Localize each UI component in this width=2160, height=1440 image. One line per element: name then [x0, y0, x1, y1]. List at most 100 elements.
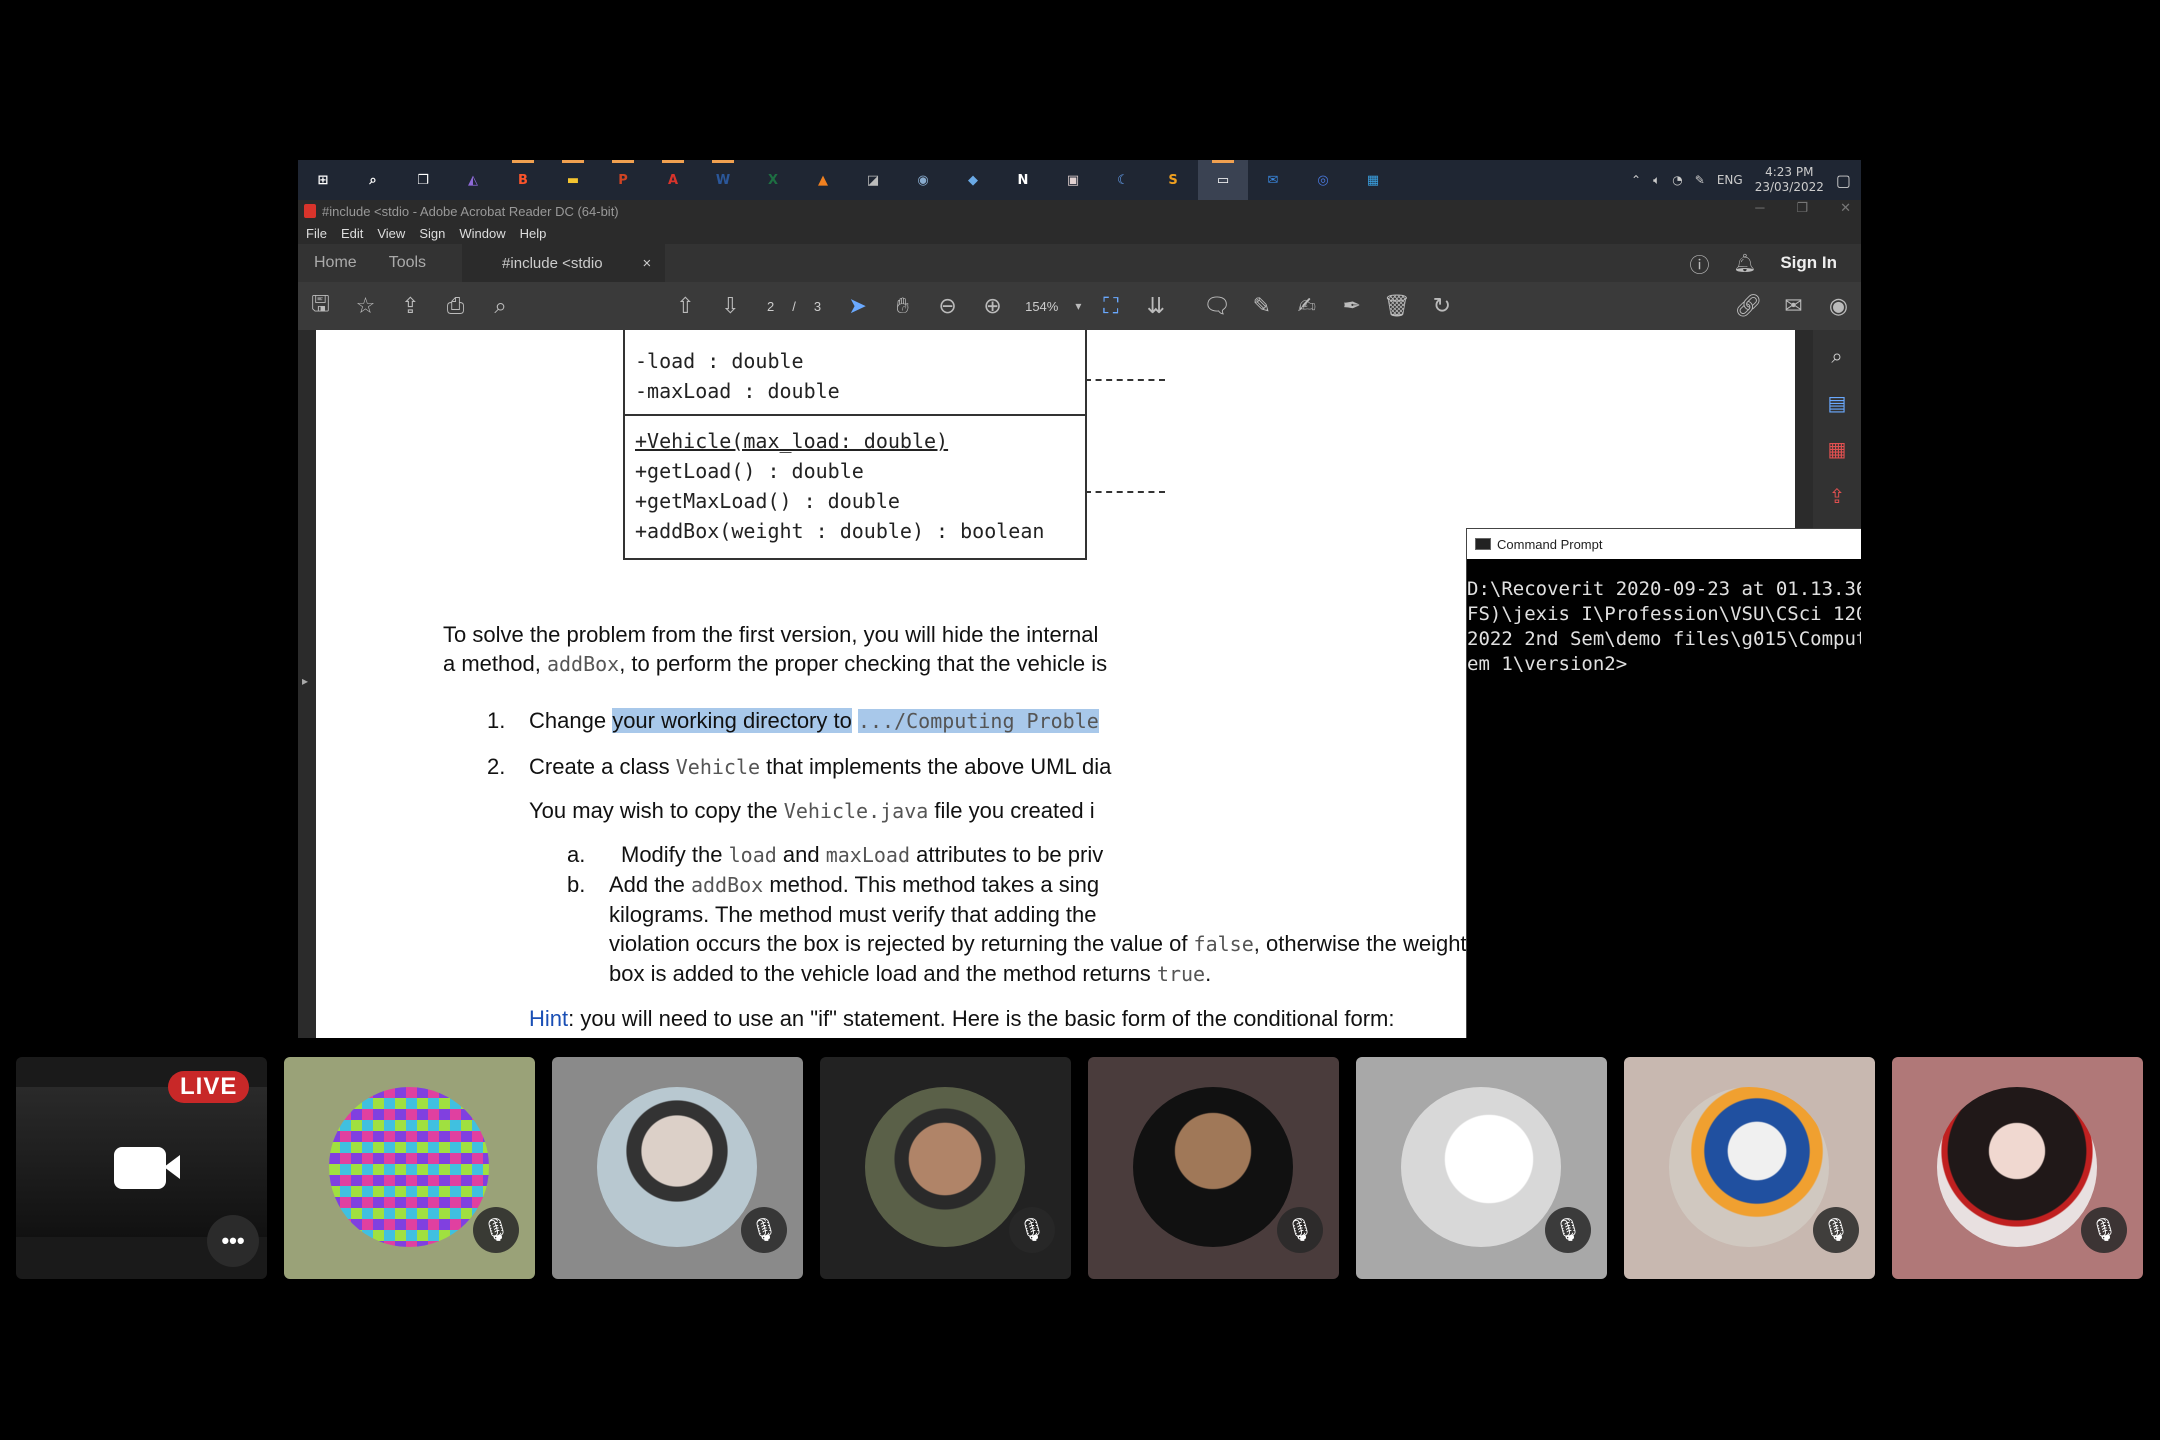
more-options-button[interactable]: •••: [207, 1215, 259, 1267]
upload-icon[interactable]: ⇪: [388, 294, 433, 319]
menu-window[interactable]: Window: [459, 226, 505, 241]
help-icon[interactable]: ⓘ: [1689, 249, 1709, 278]
left-panel-toggle[interactable]: ▸: [298, 330, 316, 1038]
presenter-tile[interactable]: LIVE •••: [16, 1057, 267, 1279]
next-page-icon[interactable]: ⇩: [708, 294, 753, 319]
print-icon[interactable]: ⎙: [433, 294, 478, 319]
star-icon[interactable]: ☆: [343, 294, 388, 319]
tab-document[interactable]: #include <stdio ×: [462, 244, 666, 282]
wifi-icon[interactable]: ◔: [1672, 173, 1682, 187]
zoom-dropdown-icon[interactable]: ▾: [1068, 299, 1088, 313]
menu-help[interactable]: Help: [520, 226, 547, 241]
avatar: [1669, 1087, 1829, 1247]
pen-icon[interactable]: ✎: [1695, 173, 1705, 187]
share-link-icon[interactable]: 🔗︎: [1726, 294, 1771, 319]
app-icon-f[interactable]: ✉: [1248, 160, 1298, 200]
create-pdf-icon[interactable]: ▤: [1824, 385, 1850, 421]
menu-file[interactable]: File: [306, 226, 327, 241]
zoom-out-icon[interactable]: ⊖: [925, 294, 970, 319]
vlc-icon[interactable]: ▲: [798, 160, 848, 200]
save-icon[interactable]: 🖫: [298, 287, 343, 325]
visual-studio-icon[interactable]: ◭: [448, 160, 498, 200]
inline-code: addBox: [690, 873, 764, 897]
zoom-level[interactable]: 154%: [1025, 299, 1058, 314]
sublime-icon[interactable]: S: [1148, 160, 1198, 200]
powerpoint-icon[interactable]: P: [598, 160, 648, 200]
delete-icon[interactable]: 🗑︎: [1374, 294, 1419, 319]
uml-method: +getLoad() : double: [635, 459, 864, 483]
draw-icon[interactable]: ✍︎: [1284, 294, 1329, 319]
app-icon-d[interactable]: ▣: [1048, 160, 1098, 200]
minimize-button[interactable]: ─: [1755, 200, 1764, 216]
chrome-icon[interactable]: ◎: [1298, 160, 1348, 200]
chevron-up-icon[interactable]: ⌃: [1631, 173, 1641, 187]
participant-tile-3[interactable]: 🎙︎: [820, 1057, 1071, 1279]
task-view-icon[interactable]: ❐: [398, 160, 448, 200]
participant-tile-4[interactable]: 🎙︎: [1088, 1057, 1339, 1279]
windows-start-icon[interactable]: ⊞: [298, 160, 348, 200]
command-prompt-window[interactable]: Command Prompt ─ ☐ ✕ D:\Recoverit 2020-0…: [1466, 528, 1861, 1038]
zoom-tool-icon[interactable]: ⌕: [1824, 338, 1850, 374]
avatar: [865, 1087, 1025, 1247]
comment-icon[interactable]: 🗨︎: [1194, 294, 1239, 319]
muted-mic-icon: 🎙︎: [1277, 1207, 1323, 1253]
account-icon[interactable]: ◉: [1816, 294, 1861, 319]
brave-browser-icon[interactable]: B: [498, 160, 548, 200]
export-pdf-icon[interactable]: ⇪: [1824, 478, 1850, 514]
rotate-icon[interactable]: ↻: [1419, 294, 1464, 319]
previous-page-icon[interactable]: ⇧: [663, 294, 708, 319]
excel-icon-glyph: X: [767, 172, 779, 188]
scroll-mode-icon[interactable]: ⇊: [1133, 294, 1178, 319]
excel-icon[interactable]: X: [748, 160, 798, 200]
calculator-icon[interactable]: ▦: [1348, 160, 1398, 200]
app-icon-e[interactable]: ☾: [1098, 160, 1148, 200]
zoom-in-icon[interactable]: ⊕: [970, 294, 1015, 319]
taskbar-icons: ⊞ ⌕ ❐ ◭ B ▬ P A W X ▲ ◪ ◉ ◆ N ▣ ☾ S ▭ ✉ ◎ ▦: [298, 160, 1398, 200]
command-prompt-icon[interactable]: ▭: [1198, 160, 1248, 200]
bell-icon[interactable]: 🔔︎: [1733, 253, 1756, 274]
uml-method: +addBox(weight : double) : boolean: [635, 519, 1045, 543]
menu-edit[interactable]: Edit: [341, 226, 363, 241]
file-explorer-icon[interactable]: ▬: [548, 160, 598, 200]
word-icon[interactable]: W: [698, 160, 748, 200]
notification-icon[interactable]: ▢: [1836, 171, 1851, 190]
tab-tools[interactable]: Tools: [373, 254, 442, 272]
fit-page-icon[interactable]: ⛶: [1088, 294, 1133, 319]
list-text: method. This method takes a sing: [763, 872, 1100, 897]
participant-tile-5[interactable]: 🎙︎: [1356, 1057, 1607, 1279]
organize-pages-icon[interactable]: ▦: [1824, 431, 1850, 467]
participant-tile-2[interactable]: 🎙︎: [552, 1057, 803, 1279]
menu-sign[interactable]: Sign: [419, 226, 445, 241]
notion-icon[interactable]: N: [998, 160, 1048, 200]
page-current[interactable]: 2: [767, 299, 774, 314]
email-icon[interactable]: ✉: [1771, 294, 1816, 319]
sign-icon[interactable]: ✒: [1329, 294, 1374, 319]
participant-tile-1[interactable]: 🎙︎: [284, 1057, 535, 1279]
terminal-output[interactable]: D:\Recoverit 2020-09-23 at 01.13.36\LOCA…: [1467, 559, 1861, 677]
app-icon-c[interactable]: ◆: [948, 160, 998, 200]
hand-tool-icon[interactable]: ✋︎: [880, 294, 925, 319]
tab-close-icon[interactable]: ×: [643, 255, 652, 272]
acrobat-icon[interactable]: A: [648, 160, 698, 200]
close-button[interactable]: ✕: [1840, 200, 1851, 216]
participant-tile-7[interactable]: 🎙︎: [1892, 1057, 2143, 1279]
language-indicator[interactable]: ENG: [1717, 173, 1743, 187]
participant-tile-6[interactable]: 🎙︎: [1624, 1057, 1875, 1279]
app-icon-a[interactable]: ◪: [848, 160, 898, 200]
clock[interactable]: 4:23 PM 23/03/2022: [1755, 165, 1824, 195]
paragraph-text: You may wish to copy the: [529, 798, 784, 823]
search-icon[interactable]: ⌕: [348, 160, 398, 200]
app-icon-b[interactable]: ◉: [898, 160, 948, 200]
page-indicator[interactable]: 2 / 3: [767, 299, 821, 314]
highlight-icon[interactable]: ✎: [1239, 294, 1284, 319]
volume-icon[interactable]: 🔈︎: [1653, 173, 1660, 188]
tab-home[interactable]: Home: [298, 254, 373, 272]
expand-left-icon[interactable]: ▸: [302, 674, 308, 688]
menu-view[interactable]: View: [377, 226, 405, 241]
command-prompt-titlebar[interactable]: Command Prompt ─ ☐ ✕: [1467, 529, 1861, 559]
search-icon[interactable]: ⌕: [478, 294, 523, 319]
sign-in-button[interactable]: Sign In: [1780, 253, 1837, 273]
maximize-button[interactable]: ❐: [1796, 200, 1808, 216]
select-cursor-icon[interactable]: ➤: [835, 294, 880, 319]
windows-taskbar: ⊞ ⌕ ❐ ◭ B ▬ P A W X ▲ ◪ ◉ ◆ N ▣ ☾ S ▭ ✉ ◎ ▦ ⌃ 🔈︎ ◔ ✎ ENG 4:23…: [298, 160, 1861, 200]
